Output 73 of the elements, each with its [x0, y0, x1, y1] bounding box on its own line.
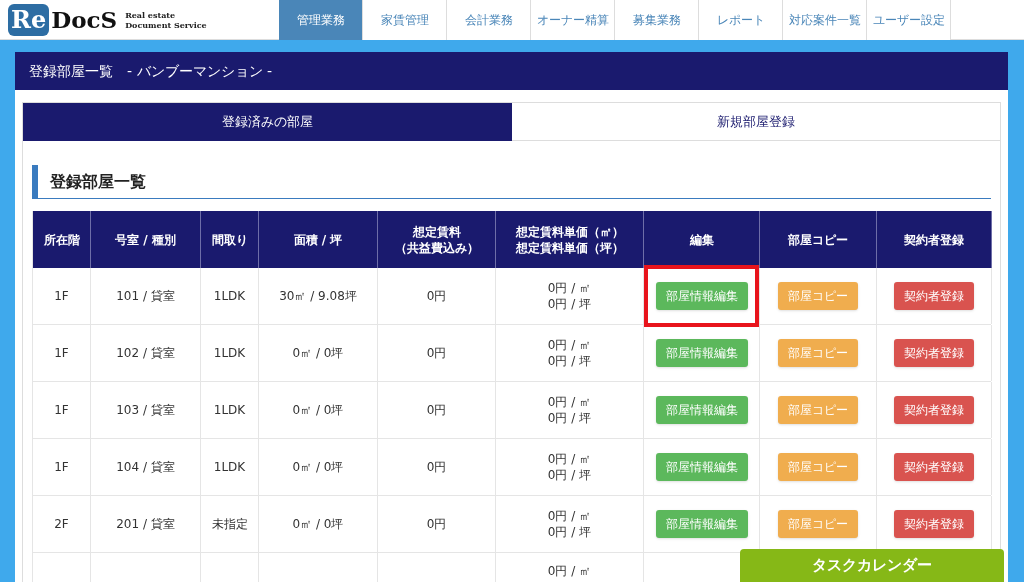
table-cell: 0円 / ㎡	[547, 508, 592, 524]
table-cell: 101 / 貸室	[116, 288, 175, 304]
table-cell: 1F	[54, 402, 69, 418]
table-cell: 201 / 貸室	[116, 516, 175, 532]
column-header: 部屋コピー	[788, 231, 848, 248]
table-cell: 0円	[426, 345, 447, 361]
section-title: 登録部屋一覧	[50, 170, 146, 193]
table-cell: 1F	[54, 288, 69, 304]
table-cell: 未指定	[211, 516, 248, 532]
table-cell: 0円	[426, 516, 447, 532]
nav-tab[interactable]: 募集業務	[615, 0, 699, 40]
table-cell: 0円 / ㎡	[547, 563, 592, 579]
register-contractor-button[interactable]: 契約者登録	[894, 339, 974, 367]
table-cell: 0㎡ / 0坪	[292, 459, 344, 475]
column-header: 想定賃料	[412, 223, 461, 240]
table-cell: 104 / 貸室	[116, 459, 175, 475]
table-cell: 0円 / ㎡	[547, 337, 592, 353]
table-cell: 0円	[426, 459, 447, 475]
table-cell: 1F	[54, 459, 69, 475]
tab[interactable]: 登録済みの部屋	[23, 103, 512, 141]
table-cell: 0円 / 坪	[547, 467, 592, 483]
nav-tab[interactable]: レポート	[699, 0, 783, 40]
table-cell: 0円	[426, 288, 447, 304]
column-header: 契約者登録	[904, 231, 964, 248]
page-title: 登録部屋一覧 - バンブーマンション -	[29, 61, 272, 81]
column-header: 号室 / 種別	[115, 231, 176, 248]
table-cell: 0円 / ㎡	[547, 451, 592, 467]
table-cell: 0円 / 坪	[547, 296, 592, 312]
register-contractor-button[interactable]: 契約者登録	[894, 510, 974, 538]
logo-name: DocS	[51, 4, 118, 35]
register-contractor-button[interactable]: 契約者登録	[894, 282, 974, 310]
table-cell: 2F	[54, 516, 69, 532]
table-cell: 102 / 貸室	[116, 345, 175, 361]
edit-room-button[interactable]: 部屋情報編集	[655, 510, 748, 538]
nav-tab[interactable]: オーナー精算	[531, 0, 615, 40]
nav-tab[interactable]: 会計業務	[447, 0, 531, 40]
table-cell: 0㎡ / 0坪	[292, 402, 344, 418]
column-header: （共益費込み）	[394, 239, 479, 256]
edit-room-button[interactable]: 部屋情報編集	[655, 453, 748, 481]
table-cell: 0円 / ㎡	[547, 280, 592, 296]
logo-tagline: Real estate	[125, 9, 177, 20]
table-cell: 1LDK	[213, 288, 246, 304]
table-cell: 0円 / ㎡	[547, 394, 592, 410]
table-cell: 0㎡ / 0坪	[292, 516, 344, 532]
table-cell: 30㎡ / 9.08坪	[279, 288, 357, 304]
nav-tab[interactable]: 家賃管理	[363, 0, 447, 40]
nav-tab[interactable]: 管理業務	[279, 0, 363, 40]
table-cell: 0円 / 坪	[547, 353, 592, 369]
logo-mark: Re	[8, 3, 50, 36]
table-cell: 1LDK	[213, 402, 246, 418]
task-calendar-button[interactable]: タスクカレンダー	[740, 549, 1004, 582]
table-cell: 0円 / 坪	[547, 410, 592, 426]
table-cell: 1F	[54, 345, 69, 361]
column-header: 想定賃料単価（㎡）	[515, 223, 624, 240]
register-contractor-button[interactable]: 契約者登録	[894, 453, 974, 481]
edit-room-button[interactable]: 部屋情報編集	[655, 396, 748, 424]
table-cell: 1LDK	[213, 459, 246, 475]
table-cell: 0円 / 坪	[547, 524, 592, 540]
edit-room-button[interactable]: 部屋情報編集	[655, 282, 748, 310]
logo-tagline: Document Service	[125, 19, 207, 30]
column-header: 面積 / 坪	[293, 231, 343, 248]
register-contractor-button[interactable]: 契約者登録	[894, 396, 974, 424]
column-header: 想定賃料単価（坪）	[515, 239, 624, 256]
edit-room-button[interactable]: 部屋情報編集	[655, 339, 748, 367]
column-header: 所在階	[43, 231, 80, 248]
table-cell: 0円	[426, 402, 447, 418]
table-cell: 103 / 貸室	[116, 402, 175, 418]
table-cell: 0㎡ / 0坪	[292, 345, 344, 361]
nav-tab[interactable]: 対応案件一覧	[783, 0, 867, 40]
column-header: 間取り	[211, 231, 248, 248]
column-header: 編集	[689, 231, 714, 248]
table-cell: 1LDK	[213, 345, 246, 361]
nav-tab[interactable]: ユーザー設定	[867, 0, 951, 40]
